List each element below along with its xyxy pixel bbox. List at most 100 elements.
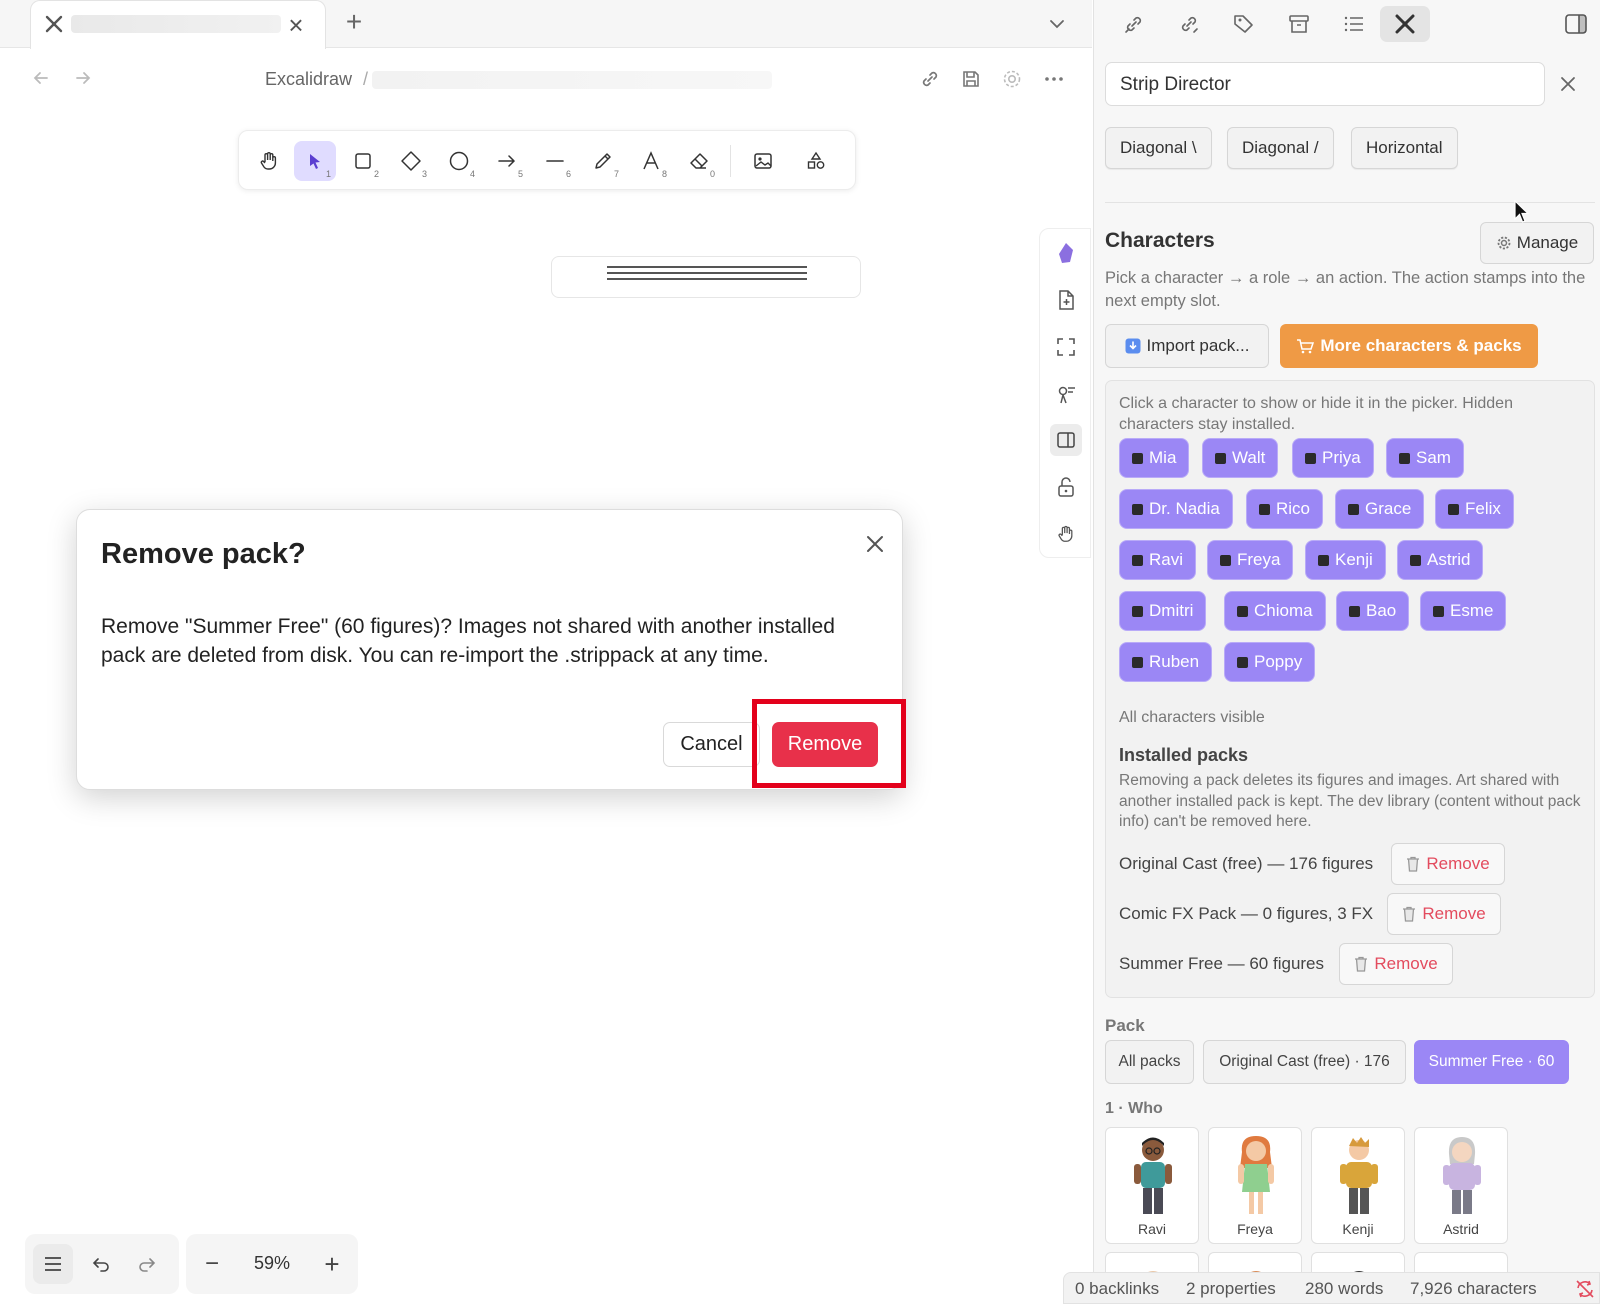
who-heading: 1 · Who: [1105, 1100, 1163, 1117]
character-chip-mia[interactable]: Mia: [1119, 438, 1190, 478]
text-tool[interactable]: 8: [630, 141, 672, 181]
hand-icon[interactable]: [1050, 518, 1082, 550]
character-chip-dmitri[interactable]: Dmitri: [1119, 591, 1207, 631]
chip-label: Bao: [1366, 601, 1397, 620]
breadcrumb-filename[interactable]: [372, 71, 772, 89]
sync-error-icon[interactable]: [1574, 1278, 1596, 1300]
pack-filter-summer-free[interactable]: Summer Free · 60: [1414, 1040, 1569, 1084]
character-chip-dr-nadia[interactable]: Dr. Nadia: [1119, 489, 1233, 529]
line-tool[interactable]: 6: [534, 141, 576, 181]
manage-button[interactable]: Manage: [1480, 222, 1594, 264]
zoom-level[interactable]: 59%: [236, 1253, 308, 1274]
pack-filter-all[interactable]: All packs: [1105, 1040, 1194, 1084]
sidebar-toggle-icon[interactable]: [1050, 424, 1082, 456]
character-chip-astrid[interactable]: Astrid: [1397, 540, 1484, 580]
character-chip-priya[interactable]: Priya: [1292, 438, 1374, 478]
save-icon[interactable]: [957, 65, 985, 93]
script-engine-icon[interactable]: [1050, 378, 1082, 410]
close-icon[interactable]: [1554, 70, 1582, 98]
hand-tool[interactable]: [248, 141, 290, 181]
backlinks-count[interactable]: 0 backlinks: [1075, 1279, 1159, 1299]
installed-packs-description: Removing a pack deletes its figures and …: [1119, 772, 1581, 830]
pencil-tool[interactable]: 7: [582, 141, 624, 181]
remove-pack-button[interactable]: Remove: [1391, 843, 1505, 885]
redo-icon[interactable]: [127, 1244, 167, 1284]
excalidraw-tools-icon[interactable]: [1380, 6, 1430, 42]
more-characters-button[interactable]: More characters & packs: [1280, 324, 1538, 368]
character-chip-esme[interactable]: Esme: [1420, 591, 1507, 631]
character-chip-kenji[interactable]: Kenji: [1305, 540, 1386, 580]
visible-checkbox: [1349, 605, 1360, 617]
link-icon[interactable]: [916, 65, 944, 93]
more-characters-label: More characters & packs: [1320, 336, 1522, 355]
breadcrumb-root[interactable]: Excalidraw: [265, 69, 352, 89]
canvas-element[interactable]: [551, 256, 861, 298]
character-chip-bao[interactable]: Bao: [1336, 591, 1410, 631]
zoom-in-button[interactable]: +: [312, 1244, 352, 1284]
figure-card-astrid[interactable]: Astrid: [1414, 1127, 1508, 1244]
more-options-icon[interactable]: [1040, 65, 1068, 93]
character-chip-grace[interactable]: Grace: [1335, 489, 1425, 529]
character-chip-ravi[interactable]: Ravi: [1119, 540, 1197, 580]
diagonal-slash-button[interactable]: Diagonal /: [1227, 127, 1334, 169]
character-chip-chioma[interactable]: Chioma: [1224, 591, 1326, 631]
forward-arrow-icon[interactable]: [70, 65, 96, 91]
back-arrow-icon[interactable]: [28, 65, 54, 91]
close-icon[interactable]: [859, 528, 891, 560]
zoom-out-button[interactable]: −: [192, 1244, 232, 1284]
ellipse-tool[interactable]: 4: [438, 141, 480, 181]
character-chip-freya[interactable]: Freya: [1207, 540, 1294, 580]
figure-card-ravi[interactable]: Ravi: [1105, 1127, 1199, 1244]
diagonal-backslash-button[interactable]: Diagonal \: [1105, 127, 1212, 169]
manage-characters-panel: Click a character to show or hide it in …: [1105, 380, 1595, 998]
trash-icon: [1354, 956, 1368, 972]
image-tool[interactable]: [742, 141, 784, 181]
new-file-icon[interactable]: [1050, 284, 1082, 316]
properties-count[interactable]: 2 properties: [1186, 1279, 1276, 1299]
outgoing-links-icon[interactable]: [1171, 6, 1207, 42]
eraser-tool[interactable]: 0: [678, 141, 720, 181]
remove-pack-button[interactable]: Remove: [1387, 893, 1501, 935]
character-chip-ruben[interactable]: Ruben: [1119, 642, 1213, 682]
pack-filter-original-cast[interactable]: Original Cast (free) · 176: [1203, 1040, 1406, 1084]
breadcrumb-separator: /: [363, 69, 369, 89]
menu-icon[interactable]: [33, 1244, 73, 1284]
chevron-down-icon[interactable]: [1043, 10, 1071, 38]
remove-pack-button[interactable]: Remove: [1339, 943, 1453, 985]
character-chip-poppy[interactable]: Poppy: [1224, 642, 1316, 682]
settings-gear-icon[interactable]: [998, 65, 1026, 93]
visible-checkbox: [1348, 503, 1359, 515]
horizontal-button[interactable]: Horizontal: [1351, 127, 1458, 169]
rectangle-tool[interactable]: 2: [342, 141, 384, 181]
figure-card-freya[interactable]: Freya: [1208, 1127, 1302, 1244]
pack-heading: Pack: [1105, 1016, 1145, 1035]
manage-label: Manage: [1516, 233, 1579, 252]
unlock-icon[interactable]: [1050, 471, 1082, 503]
selection-tool[interactable]: 1: [294, 141, 336, 181]
dialog-title: Remove pack?: [101, 538, 306, 570]
archive-icon[interactable]: [1281, 6, 1317, 42]
obsidian-icon[interactable]: [1050, 237, 1082, 269]
character-chip-walt[interactable]: Walt: [1202, 438, 1279, 478]
character-chip-rico[interactable]: Rico: [1246, 489, 1324, 529]
diamond-tool[interactable]: 3: [390, 141, 432, 181]
cart-icon: [1296, 338, 1315, 354]
view-title-field[interactable]: Strip Director: [1105, 62, 1545, 106]
cancel-button[interactable]: Cancel: [663, 722, 760, 767]
new-tab-button[interactable]: +: [340, 6, 368, 37]
arrow-tool[interactable]: 5: [486, 141, 528, 181]
tab-active[interactable]: ×: [30, 0, 326, 49]
figure-card-kenji[interactable]: Kenji: [1311, 1127, 1405, 1244]
tag-icon[interactable]: [1226, 6, 1262, 42]
character-chip-sam[interactable]: Sam: [1386, 438, 1464, 478]
sidebar-toggle-icon[interactable]: [1558, 6, 1594, 42]
chip-label: Sam: [1416, 448, 1451, 467]
import-pack-button[interactable]: Import pack...: [1105, 324, 1269, 368]
fullscreen-icon[interactable]: [1050, 331, 1082, 363]
character-chip-felix[interactable]: Felix: [1435, 489, 1514, 529]
outline-list-icon[interactable]: [1336, 6, 1372, 42]
shapes-library-tool[interactable]: [795, 141, 837, 181]
undo-icon[interactable]: [81, 1244, 121, 1284]
tab-close-icon[interactable]: ×: [284, 10, 308, 40]
backlinks-icon[interactable]: [1116, 6, 1152, 42]
